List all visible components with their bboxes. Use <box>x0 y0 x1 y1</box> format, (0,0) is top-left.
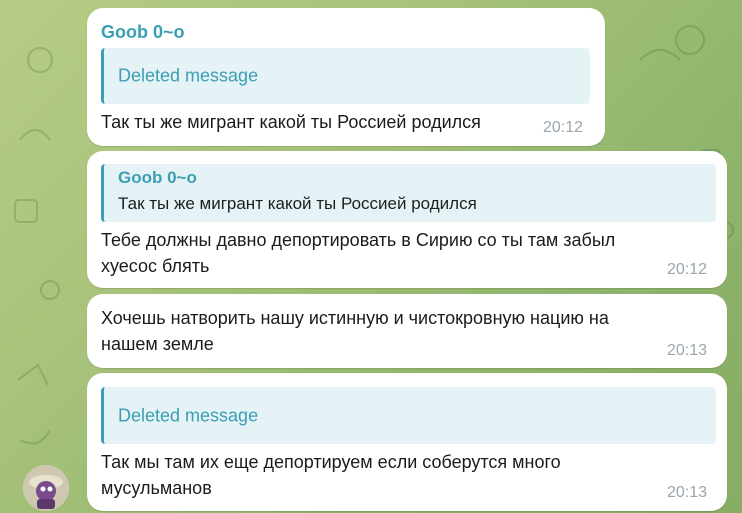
message-text: Так ты же мигрант какой ты Россией родил… <box>101 112 481 132</box>
message-text-line-2: нашем земле <box>101 334 214 354</box>
reply-quote[interactable]: Goob 0~o Так ты же мигрант какой ты Росс… <box>101 164 716 222</box>
reply-quote[interactable]: Deleted message <box>101 387 716 444</box>
reply-quote[interactable]: Deleted message <box>101 48 590 104</box>
message-text-line-1: Тебе должны давно депортировать в Сирию … <box>101 230 616 250</box>
message-text-line-2: хуесос блять <box>101 256 210 276</box>
message-text-line-1: Так мы там их еще депортируем если собер… <box>101 452 561 472</box>
reply-text: Так ты же мигрант какой ты Россией родил… <box>118 194 477 213</box>
message-bubble[interactable]: Deleted message Так мы там их еще депорт… <box>87 373 727 511</box>
message-text-line-2: мусульманов <box>101 478 212 498</box>
deleted-message-label: Deleted message <box>118 405 259 425</box>
message-time: 20:12 <box>543 119 584 136</box>
user-avatar-icon[interactable] <box>23 465 69 511</box>
deleted-message-label: Deleted message <box>118 65 259 86</box>
message-bubble[interactable]: Хочешь натворить нашу истинную и чистокр… <box>87 294 727 368</box>
message-text-line-1: Хочешь натворить нашу истинную и чистокр… <box>101 308 609 328</box>
message-bubble[interactable]: Goob 0~o Deleted message Так ты же мигра… <box>87 8 605 146</box>
reply-author: Goob 0~o <box>118 168 197 187</box>
message-time: 20:12 <box>667 261 708 278</box>
sender-name[interactable]: Goob 0~o <box>101 22 185 43</box>
message-time: 20:13 <box>667 342 708 359</box>
message-bubble[interactable]: Goob 0~o Так ты же мигрант какой ты Росс… <box>87 151 727 288</box>
message-time: 20:13 <box>667 484 708 501</box>
